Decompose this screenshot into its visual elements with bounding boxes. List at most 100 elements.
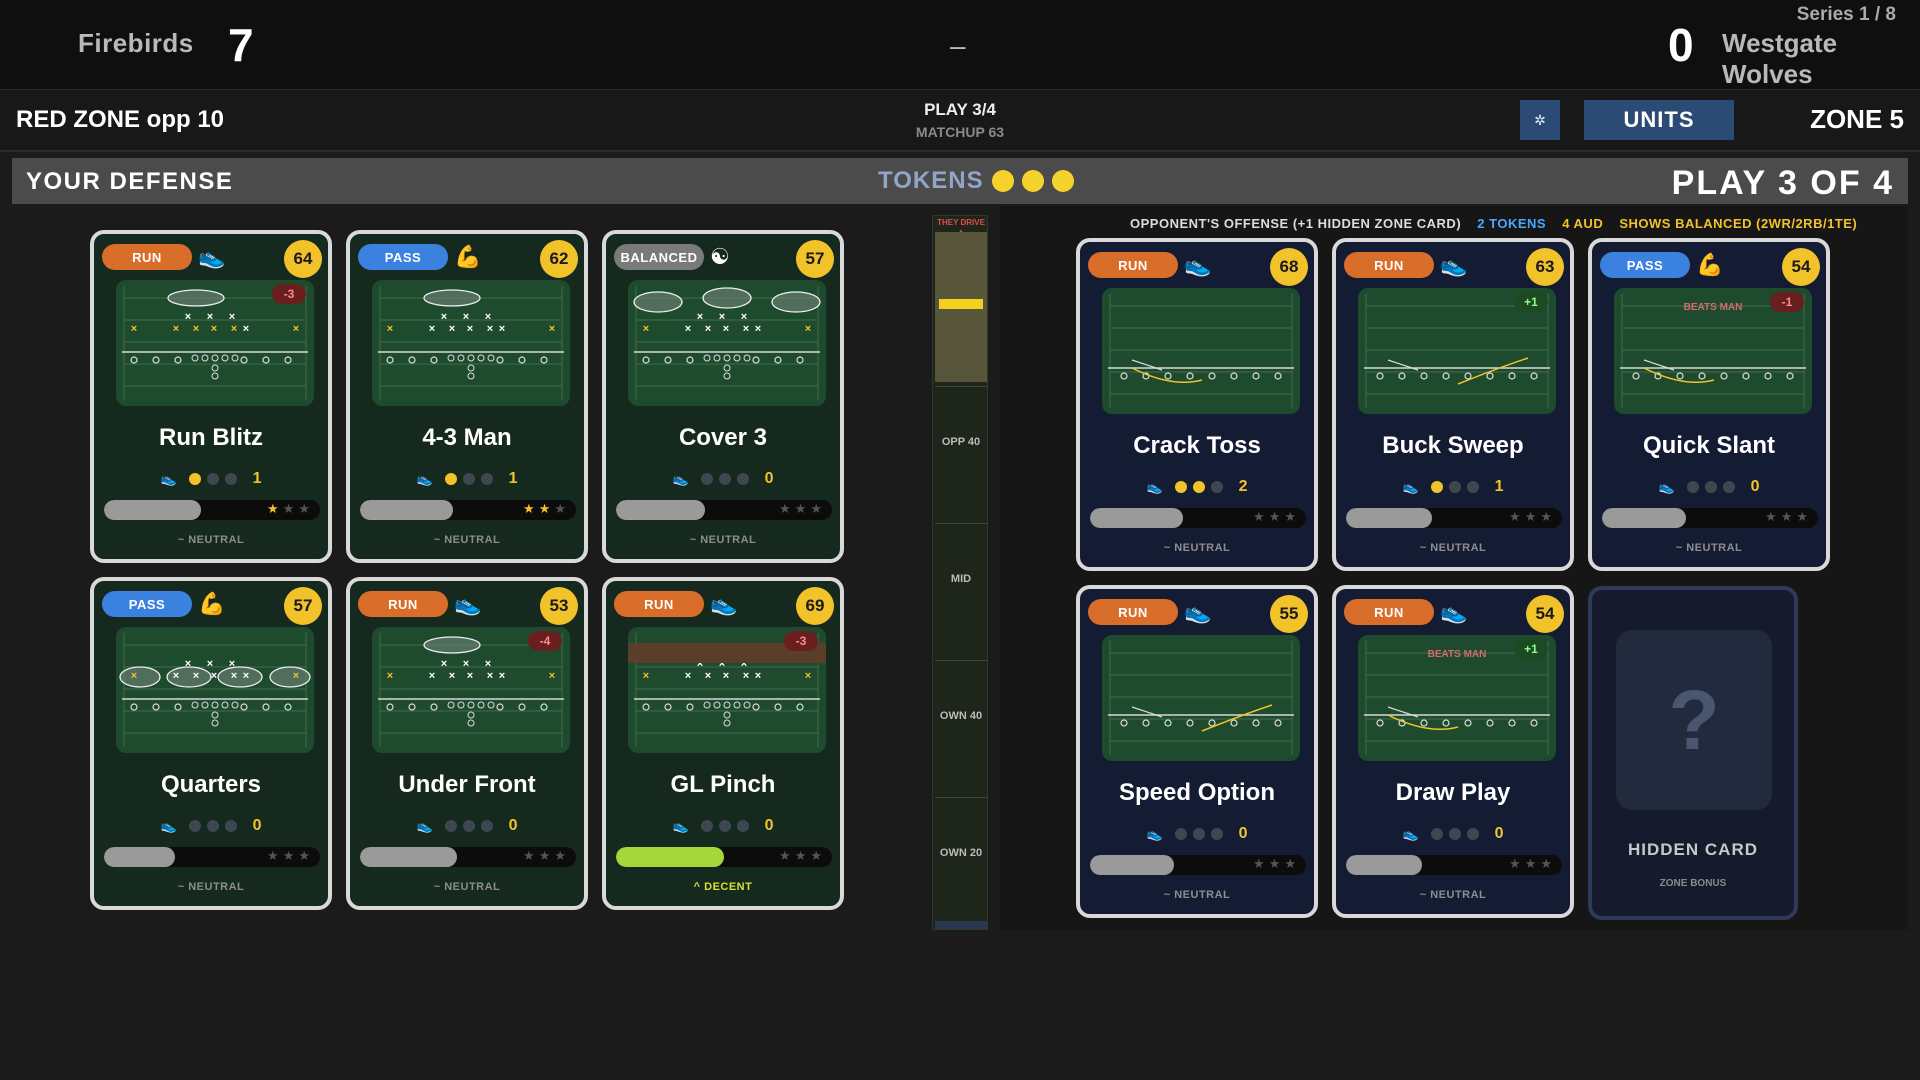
svg-text:×: × [463,311,469,323]
defense-card[interactable]: RUN 👟 64 × × × × × × × × × × -3 Run Blitz 👟 1 ★★★ ~ NEUTRA… [90,230,332,563]
usage-count: 2 [1238,478,1248,495]
usage-dot [700,820,713,832]
yard-label: OWN 40 [939,710,983,722]
svg-text:×: × [741,311,747,323]
usage-dot [736,473,749,485]
play-type-pill: PASS [102,591,192,617]
defense-card[interactable]: RUN 👟 53 × × × × × × × × × × -4 Under Front 👟 0 ★★★ ~ NEUT… [346,577,588,910]
usage-dots: 👟 1 [1336,478,1570,496]
trend-label: ^ DECENT [693,881,753,893]
star-icon: ★ [1509,856,1525,871]
play-diagram: -1 BEATS MAN [1614,288,1812,414]
usage-dot [480,473,493,485]
svg-text:×: × [549,323,555,335]
star-rating: ★★★ [267,501,314,517]
svg-text:×: × [805,670,811,682]
trend-label: ~ NEUTRAL [433,881,501,893]
svg-text:×: × [293,670,299,682]
svg-text:×: × [131,323,137,335]
svg-text:×: × [211,323,217,335]
play-type-pill: BALANCED [614,244,704,270]
cleat-icon: 👟 [1184,252,1212,277]
star-rating: ★★★ [1509,509,1556,525]
yard-line [935,660,987,661]
defense-card[interactable]: PASS 💪 57 × × × × × × × × × × Quarters 👟 0 ★★★ ~ NEUTRAL [90,577,332,910]
usage-dots: 👟 0 [606,817,840,835]
svg-text:×: × [441,658,447,670]
usage-dot [1174,828,1187,840]
beats-label: BEATS MAN [1427,649,1487,660]
usage-dot [1430,481,1443,493]
star-icon: ★ [794,848,811,863]
cleat-icon: 👟 [672,818,689,833]
usage-dot [718,820,731,832]
defense-card[interactable]: PASS 💪 62 × × × × × × × × × × 4-3 Man 👟 1 ★★★ ~ NEUTRAL [346,230,588,563]
usage-dots: 👟 0 [350,817,584,835]
svg-text:×: × [499,323,505,335]
play-diagram: × × × × × × × × × × [116,627,314,753]
play-diagram: × × × × × × × × × × [628,280,826,406]
settings-button[interactable]: ✲ [1520,100,1560,140]
usage-dot [224,820,237,832]
usage-count: 1 [1494,478,1504,495]
yard-label: MID [950,573,972,585]
usage-dots: 👟 0 [94,817,328,835]
star-rating: ★★★ [523,501,570,517]
modifier-badge: +1 [1514,292,1548,312]
cleat-icon: 👟 [160,818,177,833]
flex-icon: 💪 [1696,252,1724,277]
star-icon: ★ [298,848,314,863]
svg-text:×: × [211,670,217,682]
card-name: Crack Toss [1133,432,1261,459]
strength-meter: ★★★ [1602,508,1818,528]
yard-line [935,797,987,798]
svg-text:×: × [643,323,649,335]
offense-card[interactable]: RUN 👟 68 Crack Toss 👟 2 ★★★ ~ NEUTRAL [1076,238,1318,571]
defense-card[interactable]: RUN👟69××××××××××-3◎ SCORING POS.GL Pinch… [602,577,844,910]
scoreboard: Firebirds 7 – 0 Westgate Wolves Series 1… [0,0,1920,90]
modifier-badge: -3 [272,284,306,304]
game-clock: – [950,30,966,61]
field-position-strip: THEY DRIVE ▲ OPP 40MIDOWN 40OWN 20 [932,215,988,930]
star-icon: ★ [779,501,795,516]
offense-card[interactable]: RUN 👟 54 +1 BEATS MAN Draw Play 👟 0 ★★★ ~ NEUTRAL [1332,585,1574,918]
offense-card[interactable]: RUN 👟 63 +1 Buck Sweep 👟 1 ★★★ ~ NEUTRAL [1332,238,1574,571]
rating-badge: 54 [1526,595,1564,633]
svg-text:×: × [429,670,435,682]
cleat-icon: 👟 [416,818,433,833]
offense-card[interactable]: RUN 👟 55 Speed Option 👟 0 ★★★ ~ NEUTRAL [1076,585,1318,918]
star-rating: ★★★ [1253,509,1300,525]
strength-meter-fill [1602,508,1687,528]
star-icon: ★ [1540,509,1556,524]
star-icon: ★ [1253,856,1269,871]
play-diagram: +1 BEATS MAN [1358,635,1556,761]
usage-dot [480,820,493,832]
yard-label: OWN 20 [939,847,983,859]
trend-label: ~ NEUTRAL [1163,542,1231,554]
defense-card[interactable]: BALANCED ☯ 57 × × × × × × × × × × Cover 3 👟 0 ★★★ ~ NEUTR… [602,230,844,563]
svg-text:×: × [231,670,237,682]
strength-meter-fill [1090,508,1183,528]
play-type-pill: RUN [1344,252,1434,278]
offense-aud: 4 AUD [1562,216,1604,231]
play-type-pill: RUN [102,244,192,270]
star-icon: ★ [1765,509,1781,524]
hidden-card[interactable]: ? HIDDEN CARD ZONE BONUS [1588,586,1798,920]
offense-title: OPPONENT'S OFFENSE (+1 HIDDEN ZONE CARD) [1130,216,1462,231]
card-name: Under Front [398,771,536,798]
usage-dot [206,473,219,485]
usage-dot [1704,481,1717,493]
star-icon: ★ [1268,856,1285,871]
offense-card[interactable]: PASS 💪 54 -1 BEATS MAN Quick Slant 👟 0 ★★★ ~ NEUT… [1588,238,1830,571]
star-icon: ★ [523,501,539,516]
usage-dot [206,820,219,832]
usage-dot [1722,481,1735,493]
rating-badge: 57 [284,587,322,625]
zone-label: ZONE 5 [1810,104,1904,134]
star-icon: ★ [298,501,314,516]
star-icon: ★ [1524,509,1541,524]
offense-formation: SHOWS BALANCED (2WR/2RB/1TE) [1619,216,1858,231]
tokens-label: TOKENS [878,167,984,194]
star-icon: ★ [1509,509,1525,524]
units-button[interactable]: UNITS [1584,100,1734,140]
